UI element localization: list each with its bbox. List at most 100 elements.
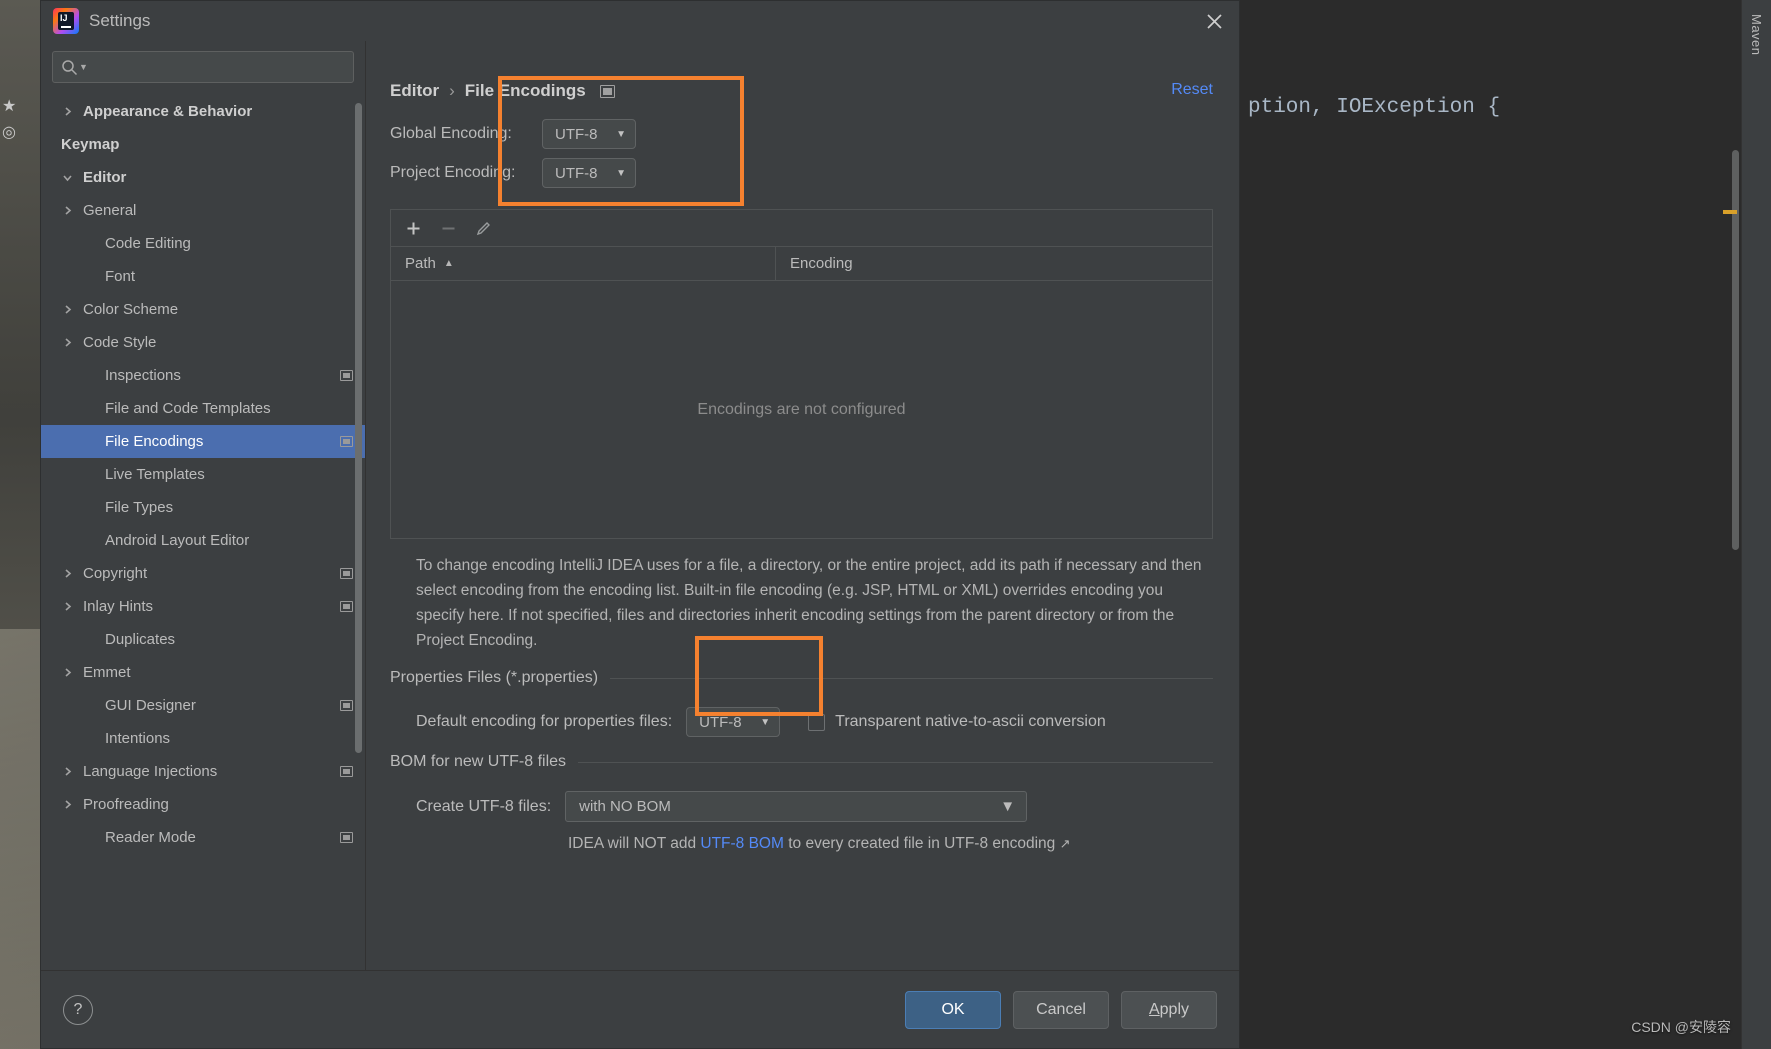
- section-divider: [610, 677, 1213, 679]
- encodings-table-block: Path ▲ Encoding Encodings are not config…: [390, 209, 1213, 539]
- transparent-native-to-ascii-checkbox[interactable]: Transparent native-to-ascii conversion: [808, 713, 1106, 731]
- watermark: CSDN @安陵容: [1631, 1019, 1731, 1035]
- bom-section-title: BOM for new UTF-8 files: [390, 753, 567, 770]
- breadcrumb-current: File Encodings: [464, 81, 586, 100]
- search-area: ▼: [41, 41, 365, 95]
- apply-label-rest: pply: [1159, 1000, 1190, 1018]
- sidebar-item-live-templates[interactable]: Live Templates: [41, 458, 365, 491]
- pencil-icon[interactable]: [475, 220, 492, 237]
- chevron-right-icon[interactable]: [61, 765, 83, 778]
- column-header-path[interactable]: Path ▲: [391, 247, 776, 280]
- column-header-encoding[interactable]: Encoding: [776, 247, 867, 280]
- sidebar-item-label: File and Code Templates: [105, 400, 271, 417]
- sidebar-item-general[interactable]: General: [41, 194, 365, 227]
- transparent-native-to-ascii-label: Transparent native-to-ascii conversion: [835, 713, 1106, 730]
- sidebar-item-keymap[interactable]: Keymap: [41, 128, 365, 161]
- settings-dialog: IJ Settings ▼ Appearance & Behavior Keym…: [40, 0, 1240, 1049]
- sidebar-item-font[interactable]: Font: [41, 260, 365, 293]
- sidebar-item-label: Inspections: [105, 367, 181, 384]
- sidebar-item-editor[interactable]: Editor: [41, 161, 365, 194]
- create-utf8-files-combo[interactable]: with NO BOM ▼: [565, 791, 1028, 822]
- code-fragment-prefix: ption,: [1248, 96, 1337, 119]
- sidebar-item-label: Appearance & Behavior: [83, 103, 253, 120]
- sidebar-item-copyright[interactable]: Copyright: [41, 557, 365, 590]
- chevron-right-icon[interactable]: [61, 567, 83, 580]
- sidebar-item-file-encodings[interactable]: File Encodings: [41, 425, 365, 458]
- sidebar-item-label: File Encodings: [105, 433, 204, 450]
- ok-button[interactable]: OK: [905, 990, 1001, 1029]
- sidebar-item-code-editing[interactable]: Code Editing: [41, 227, 365, 260]
- apply-button[interactable]: Apply: [1121, 990, 1217, 1029]
- create-utf8-files-value: with NO BOM: [579, 798, 671, 815]
- chevron-right-icon[interactable]: [61, 336, 83, 349]
- plus-icon[interactable]: [405, 220, 422, 237]
- global-encoding-combo[interactable]: UTF-8 ▼: [542, 119, 636, 149]
- minus-icon: [440, 220, 457, 237]
- intellij-idea-logo-icon: IJ: [53, 8, 79, 34]
- default-properties-encoding-combo[interactable]: UTF-8 ▼: [686, 707, 781, 737]
- breadcrumb-parent[interactable]: Editor: [390, 81, 439, 101]
- sidebar-item-proofreading[interactable]: Proofreading: [41, 788, 365, 821]
- cancel-button[interactable]: Cancel: [1013, 990, 1109, 1029]
- chevron-right-icon[interactable]: [61, 303, 83, 316]
- project-scope-icon: [340, 568, 353, 579]
- external-link-icon: ↗: [1059, 836, 1071, 851]
- sidebar-item-inspections[interactable]: Inspections: [41, 359, 365, 392]
- sidebar-item-gui-designer[interactable]: GUI Designer: [41, 689, 365, 722]
- bookmark-icon[interactable]: ★: [2, 96, 38, 116]
- sidebar-item-language-injections[interactable]: Language Injections: [41, 755, 365, 788]
- sidebar-scrollbar[interactable]: [355, 103, 362, 753]
- project-scope-icon: [340, 436, 353, 447]
- sidebar-item-duplicates[interactable]: Duplicates: [41, 623, 365, 656]
- chevron-down-icon: ▼: [616, 167, 626, 179]
- search-input[interactable]: [93, 59, 345, 75]
- sidebar-item-reader-mode[interactable]: Reader Mode: [41, 821, 365, 854]
- question-mark-icon[interactable]: ?: [63, 994, 93, 1025]
- project-scope-icon: [340, 832, 353, 843]
- search-dropdown-caret[interactable]: ▼: [79, 62, 88, 72]
- maven-tool-window-button[interactable]: Maven: [1749, 14, 1764, 56]
- sidebar-item-label: Reader Mode: [105, 829, 196, 846]
- sidebar-item-file-types[interactable]: File Types: [41, 491, 365, 524]
- sidebar-item-label: Font: [105, 268, 136, 285]
- screen-root: ★ ◎ ption, IOException { Maven CSDN @安陵容…: [0, 0, 1771, 1049]
- sidebar-item-label: Editor: [83, 169, 127, 186]
- sidebar-item-emmet[interactable]: Emmet: [41, 656, 365, 689]
- encodings-table-toolbar: [391, 210, 1212, 247]
- sidebar-item-intentions[interactable]: Intentions: [41, 722, 365, 755]
- chevron-right-icon[interactable]: [61, 105, 83, 118]
- global-encoding-label: Global Encoding:: [390, 125, 512, 142]
- sidebar-item-label: Android Layout Editor: [105, 532, 250, 549]
- search-icon: [61, 59, 78, 76]
- encodings-description: To change encoding IntelliJ IDEA uses fo…: [416, 557, 1202, 649]
- sidebar-item-label: File Types: [105, 499, 174, 516]
- chevron-down-icon[interactable]: [61, 171, 83, 184]
- settings-tree: Appearance & Behavior Keymap Editor General…: [41, 95, 365, 970]
- project-encoding-value: UTF-8: [555, 164, 598, 182]
- bom-section-header: BOM for new UTF-8 files: [390, 753, 1213, 771]
- sidebar-item-label: Live Templates: [105, 466, 205, 483]
- sidebar-item-appearance-behavior[interactable]: Appearance & Behavior: [41, 95, 365, 128]
- reset-link[interactable]: Reset: [1171, 81, 1213, 99]
- sidebar-item-file-and-code-templates[interactable]: File and Code Templates: [41, 392, 365, 425]
- structure-icon[interactable]: ◎: [2, 122, 38, 142]
- bom-note-prefix: IDEA will NOT add: [568, 835, 701, 852]
- close-icon[interactable]: [1199, 7, 1229, 35]
- search-box[interactable]: ▼: [52, 51, 354, 83]
- sidebar-item-inlay-hints[interactable]: Inlay Hints: [41, 590, 365, 623]
- chevron-right-icon[interactable]: [61, 600, 83, 613]
- utf8-bom-link[interactable]: UTF-8 BOM: [700, 835, 784, 852]
- chevron-right-icon[interactable]: [61, 666, 83, 679]
- sidebar-item-label: Keymap: [61, 136, 120, 153]
- sidebar-item-android-layout-editor[interactable]: Android Layout Editor: [41, 524, 365, 557]
- project-scope-icon: [340, 700, 353, 711]
- sidebar-item-code-style[interactable]: Code Style: [41, 326, 365, 359]
- default-properties-encoding-value: UTF-8: [699, 713, 742, 731]
- chevron-right-icon[interactable]: [61, 798, 83, 811]
- dialog-body: ▼ Appearance & Behavior Keymap Editor Gener…: [41, 41, 1239, 970]
- sidebar-item-label: Inlay Hints: [83, 598, 154, 615]
- project-encoding-combo[interactable]: UTF-8 ▼: [542, 158, 636, 188]
- sidebar-item-color-scheme[interactable]: Color Scheme: [41, 293, 365, 326]
- chevron-right-icon[interactable]: [61, 204, 83, 217]
- sidebar-item-label: GUI Designer: [105, 697, 196, 714]
